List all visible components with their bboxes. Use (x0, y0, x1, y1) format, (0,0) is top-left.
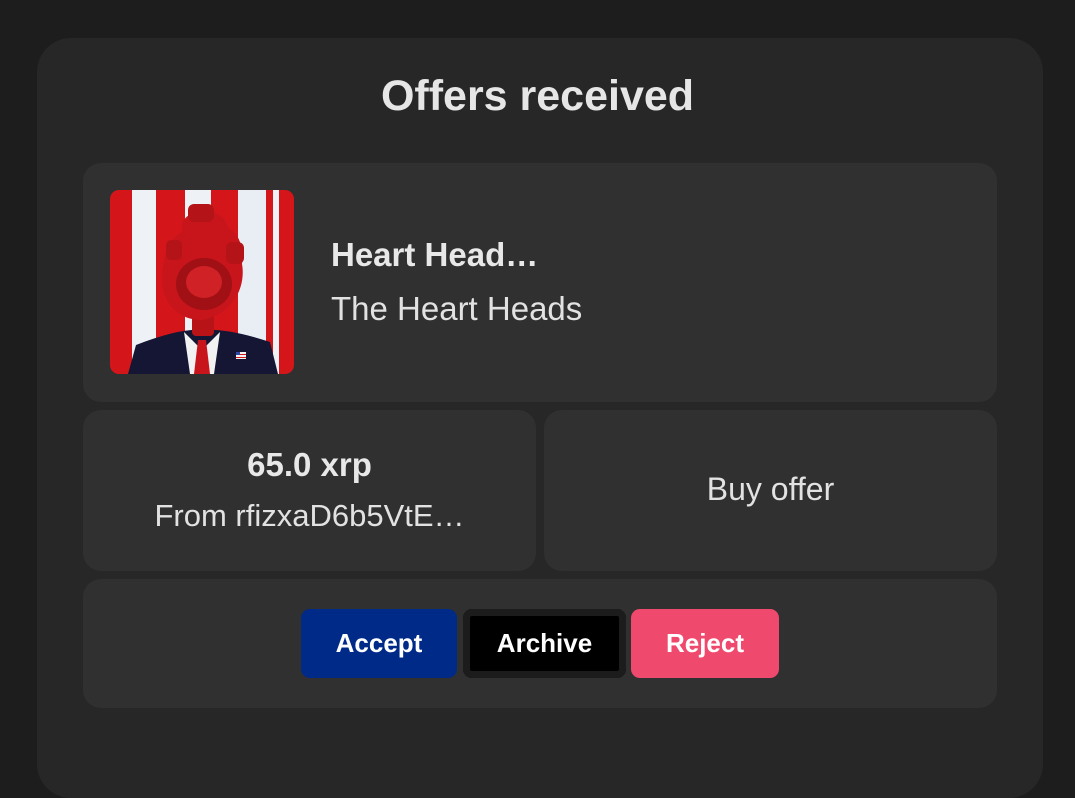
accept-button[interactable]: Accept (301, 609, 457, 678)
archive-button[interactable]: Archive (463, 609, 626, 678)
offer-sender: From rfizxaD6b5VtE… (154, 498, 465, 533)
offer-price-card: 65.0 xrp From rfizxaD6b5VtE… (83, 410, 536, 571)
nft-collection-name: The Heart Heads (331, 290, 583, 327)
reject-button[interactable]: Reject (631, 609, 779, 678)
nft-name: Heart Head… (331, 236, 539, 273)
nft-card: Heart Head… The Heart Heads (83, 163, 997, 402)
offer-type-card: Buy offer (544, 410, 997, 571)
nft-thumbnail[interactable] (110, 190, 294, 374)
offer-price: 65.0 xrp (247, 446, 372, 483)
page-title: Offers received (380, 72, 695, 120)
heart-head-artwork-icon (110, 190, 294, 374)
offer-actions: Accept Archive Reject (83, 579, 997, 708)
offer-type-label: Buy offer (706, 471, 835, 507)
